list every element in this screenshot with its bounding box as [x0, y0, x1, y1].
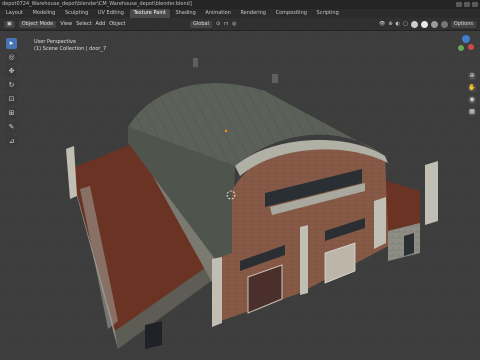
transform-icon[interactable]: ⊞: [6, 108, 17, 119]
tab-texture-paint[interactable]: Texture Paint: [129, 9, 170, 18]
title-bar: depot0724_Warehouse_depot\blender\CM_War…: [0, 0, 480, 9]
object-origin-icon: [224, 129, 228, 133]
shading-wireframe-icon[interactable]: [410, 20, 418, 28]
navigation-buttons: ⊕ ✋ ◉ ▦: [468, 72, 478, 120]
tab-uv-editing[interactable]: UV Editing: [94, 9, 128, 18]
navigation-gizmo[interactable]: [456, 31, 476, 57]
menu-object[interactable]: Object: [109, 18, 125, 30]
proportional-edit-icon[interactable]: ◎: [232, 18, 236, 30]
editor-type-icon[interactable]: ▣: [4, 20, 15, 28]
select-box-icon[interactable]: ▸: [6, 38, 17, 49]
window-title: depot0724_Warehouse_depot\blender\CM_War…: [2, 1, 192, 7]
maximize-icon[interactable]: [464, 2, 470, 7]
gizmo-x-icon[interactable]: [468, 44, 474, 50]
gizmo-icon[interactable]: ⊕: [388, 18, 392, 30]
camera-icon[interactable]: ◉: [468, 96, 476, 104]
xray-icon[interactable]: ▢: [403, 18, 408, 30]
snap-icon[interactable]: ⊓: [224, 18, 228, 30]
shading-rendered-icon[interactable]: [440, 20, 448, 28]
collection-label: (1) Scene Collection | door_7: [34, 46, 107, 52]
perspective-label: User Perspective: [34, 39, 76, 45]
annotate-icon[interactable]: ✎: [6, 122, 17, 133]
chimney-left: [193, 58, 198, 67]
minimize-icon[interactable]: [456, 2, 462, 7]
scale-icon[interactable]: ⊡: [6, 94, 17, 105]
annex-pillar: [425, 161, 438, 225]
perspective-toggle-icon[interactable]: ▦: [468, 108, 476, 116]
options-dropdown[interactable]: Options: [450, 20, 476, 28]
front-pillar-left: [212, 257, 222, 327]
tab-scripting[interactable]: Scripting: [313, 9, 343, 18]
pivot-icon[interactable]: ⊙: [216, 18, 220, 30]
mode-dropdown[interactable]: Object Mode: [18, 20, 57, 28]
shading-solid-icon[interactable]: [420, 20, 428, 28]
tab-compositing[interactable]: Compositing: [272, 9, 311, 18]
gizmo-y-icon[interactable]: [458, 45, 464, 51]
tab-layout[interactable]: Layout: [2, 9, 27, 18]
rotate-icon[interactable]: ↻: [6, 80, 17, 91]
tab-sculpting[interactable]: Sculpting: [61, 9, 92, 18]
tab-animation[interactable]: Animation: [201, 9, 235, 18]
zoom-icon[interactable]: ⊕: [468, 72, 476, 80]
front-pillar-right: [374, 197, 386, 249]
measure-icon[interactable]: ⊿: [6, 136, 17, 147]
transform-orientation-dropdown[interactable]: Global: [190, 20, 212, 28]
menu-view[interactable]: View: [60, 18, 72, 30]
viewport-3d[interactable]: [0, 31, 480, 360]
tab-rendering[interactable]: Rendering: [236, 9, 270, 18]
menu-add[interactable]: Add: [96, 18, 106, 30]
move-icon[interactable]: ✥: [6, 66, 17, 77]
tab-modeling[interactable]: Modeling: [29, 9, 60, 18]
visibility-icon[interactable]: 👁: [379, 18, 385, 30]
viewport-info: User Perspective (1) Scene Collection | …: [34, 39, 106, 53]
tab-shading[interactable]: Shading: [171, 9, 199, 18]
cursor-icon[interactable]: ◎: [6, 52, 17, 63]
front-pillar-mid: [300, 225, 308, 295]
annex-door[interactable]: [404, 233, 414, 256]
menu-select[interactable]: Select: [76, 18, 91, 30]
pan-icon[interactable]: ✋: [468, 84, 476, 92]
window-controls: [456, 0, 478, 9]
chimney-right: [272, 74, 278, 83]
workspace-tabs: Layout Modeling Sculpting UV Editing Tex…: [0, 9, 480, 18]
gizmo-z-icon[interactable]: [462, 35, 470, 43]
shading-material-icon[interactable]: [430, 20, 438, 28]
platform-door[interactable]: [145, 321, 162, 349]
viewport-header: ▣ Object Mode View Select Add Object Glo…: [0, 18, 480, 31]
close-icon[interactable]: [472, 2, 478, 7]
overlay-icon[interactable]: ◐: [396, 18, 400, 30]
toolbar: ▸ ◎ ✥ ↻ ⊡ ⊞ ✎ ⊿: [6, 38, 20, 150]
